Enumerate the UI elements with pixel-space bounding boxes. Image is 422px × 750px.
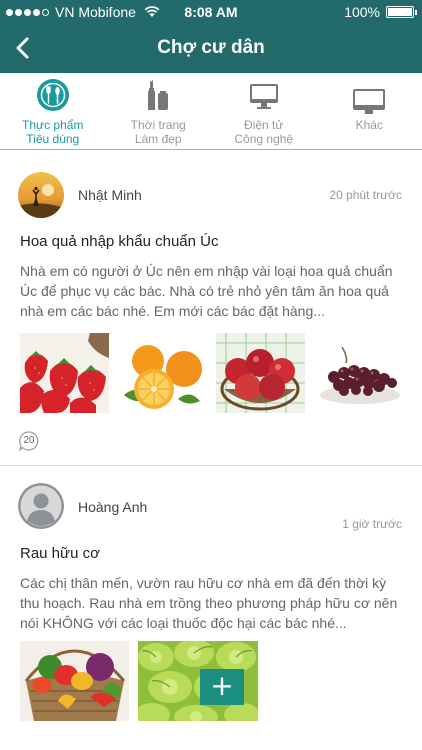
post-title[interactable]: Hoa quả nhập khẩu chuẩn Úc	[20, 233, 218, 250]
photo-vegetable-basket[interactable]	[20, 641, 129, 721]
tab-electronics[interactable]: Điện tử Công nghệ	[211, 73, 317, 149]
tab-electronics-label-2: Công nghệ	[234, 132, 294, 146]
avatar[interactable]	[18, 172, 64, 218]
photo-lettuce[interactable]: +	[138, 641, 258, 721]
tab-other[interactable]: Khác	[317, 73, 422, 149]
author-name[interactable]: Hoàng Anh	[78, 499, 147, 515]
avatar[interactable]	[18, 483, 64, 529]
post-time: 20 phút trước	[329, 188, 402, 202]
food-icon	[36, 79, 69, 111]
tab-fashion-label-2: Làm đẹp	[134, 132, 182, 146]
photo-strawberries[interactable]	[20, 333, 109, 413]
tab-food-label-1: Thực phẩm	[22, 118, 84, 132]
battery-icon	[386, 6, 417, 18]
tab-other-label-1: Khác	[355, 118, 383, 132]
status-bar: VN Mobifone 8:08 AM 100%	[0, 0, 422, 24]
photo-gallery	[20, 333, 403, 413]
tab-food[interactable]: Thực phẩm Tiêu dùng	[0, 73, 106, 149]
tab-fashion-label-1: Thời trang	[130, 118, 186, 132]
post-body: Nhà em có người ở Úc nên em nhập vài loạ…	[20, 263, 393, 319]
comment-count-label: 20	[23, 435, 35, 446]
photo-grapes[interactable]	[314, 333, 403, 413]
comment-count[interactable]: 20	[18, 430, 40, 452]
tab-fashion[interactable]: Thời trang Làm đẹp	[106, 73, 212, 149]
post-body: Các chị thân mến, vườn rau hữu cơ nhà em…	[20, 575, 398, 631]
photo-gallery: +	[20, 641, 258, 721]
cosmetics-icon	[148, 80, 169, 110]
nav-bar: Chợ cư dân	[0, 24, 422, 73]
add-button[interactable]: +	[200, 669, 244, 705]
battery-percent: 100%	[344, 4, 380, 20]
tab-electronics-label-1: Điện tử	[244, 118, 284, 132]
electronics-icon	[249, 84, 278, 109]
post-title[interactable]: Rau hữu cơ	[20, 545, 100, 562]
author-name[interactable]: Nhật Minh	[78, 187, 142, 203]
tab-food-label-2: Tiêu dùng	[26, 132, 80, 146]
photo-apples[interactable]	[216, 333, 305, 413]
user-placeholder-icon	[18, 483, 64, 529]
photo-oranges[interactable]	[118, 333, 207, 413]
post-card[interactable]: Hoàng Anh 1 giờ trước Rau hữu cơ Các chị…	[0, 467, 422, 750]
post-card[interactable]: Nhật Minh 20 phút trước Hoa quả nhập khẩ…	[0, 150, 422, 466]
monitor-icon	[353, 89, 386, 114]
category-tabs: Thực phẩm Tiêu dùng Thời trang Làm đẹp Đ…	[0, 73, 422, 150]
post-time: 1 giờ trước	[342, 517, 402, 531]
page-title: Chợ cư dân	[157, 37, 265, 58]
